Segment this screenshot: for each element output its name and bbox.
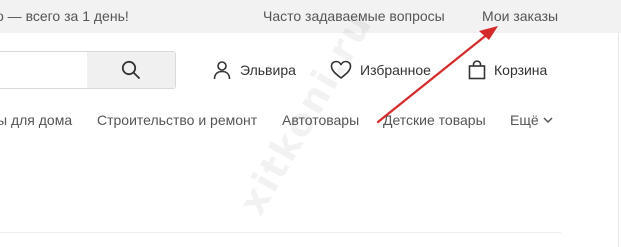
bag-icon [468,60,486,80]
user-name-label: Эльвира [240,62,296,78]
divider [0,232,561,233]
category-item[interactable]: Детские товары [383,112,486,128]
favorites-link[interactable]: Избранное [330,60,431,80]
promo-text: о — всего за 1 день! [0,8,129,24]
cart-label: Корзина [494,62,548,78]
category-item[interactable]: Строительство и ремонт [97,112,257,128]
my-orders-link[interactable]: Мои заказы [482,8,558,24]
category-item[interactable]: Автотовары [282,112,359,128]
faq-link[interactable]: Часто задаваемые вопросы [263,8,445,24]
more-label: Ещё [510,112,539,128]
chevron-down-icon [543,117,553,124]
search-input[interactable] [0,52,85,88]
category-item[interactable]: ы для дома [0,112,72,128]
scrollbar-track [618,33,619,247]
top-bar: о — всего за 1 день! Часто задаваемые во… [0,0,621,33]
page: о — всего за 1 день! Часто задаваемые во… [0,0,621,247]
search-button[interactable] [87,52,175,88]
user-icon [213,61,231,80]
more-categories-button[interactable]: Ещё [510,112,553,128]
cart-link[interactable]: Корзина [468,60,547,80]
heart-icon [330,60,352,79]
favorites-label: Избранное [360,62,431,78]
search-icon [121,60,140,79]
user-account-link[interactable]: Эльвира [212,60,296,80]
search-box [0,51,176,89]
category-nav: ы для дома Строительство и ремонт Автото… [0,108,621,132]
